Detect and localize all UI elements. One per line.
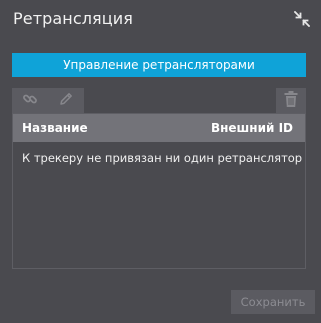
delete-button[interactable] (276, 88, 306, 113)
save-button[interactable]: Сохранить (231, 290, 315, 314)
pencil-icon (58, 91, 74, 111)
empty-table-message: К трекеру не привязан ни один ретранслят… (22, 151, 303, 165)
panel-title: Ретрансляция (13, 9, 133, 28)
table-header: Название Внешний ID (13, 114, 305, 142)
link-button[interactable] (12, 88, 48, 113)
column-header-name[interactable]: Название (22, 121, 88, 135)
trash-icon (283, 90, 299, 112)
retranslators-table: Название Внешний ID К трекеру не привяза… (12, 113, 306, 269)
column-header-external-id[interactable]: Внешний ID (211, 121, 293, 135)
retranslation-panel: Ретрансляция Управление ретрансляторами (0, 0, 321, 323)
manage-retranslators-button[interactable]: Управление ретрансляторами (12, 53, 306, 77)
collapse-arrows-icon[interactable] (293, 10, 311, 28)
table-toolbar (12, 88, 306, 113)
edit-button[interactable] (48, 88, 84, 113)
link-icon (22, 91, 38, 111)
